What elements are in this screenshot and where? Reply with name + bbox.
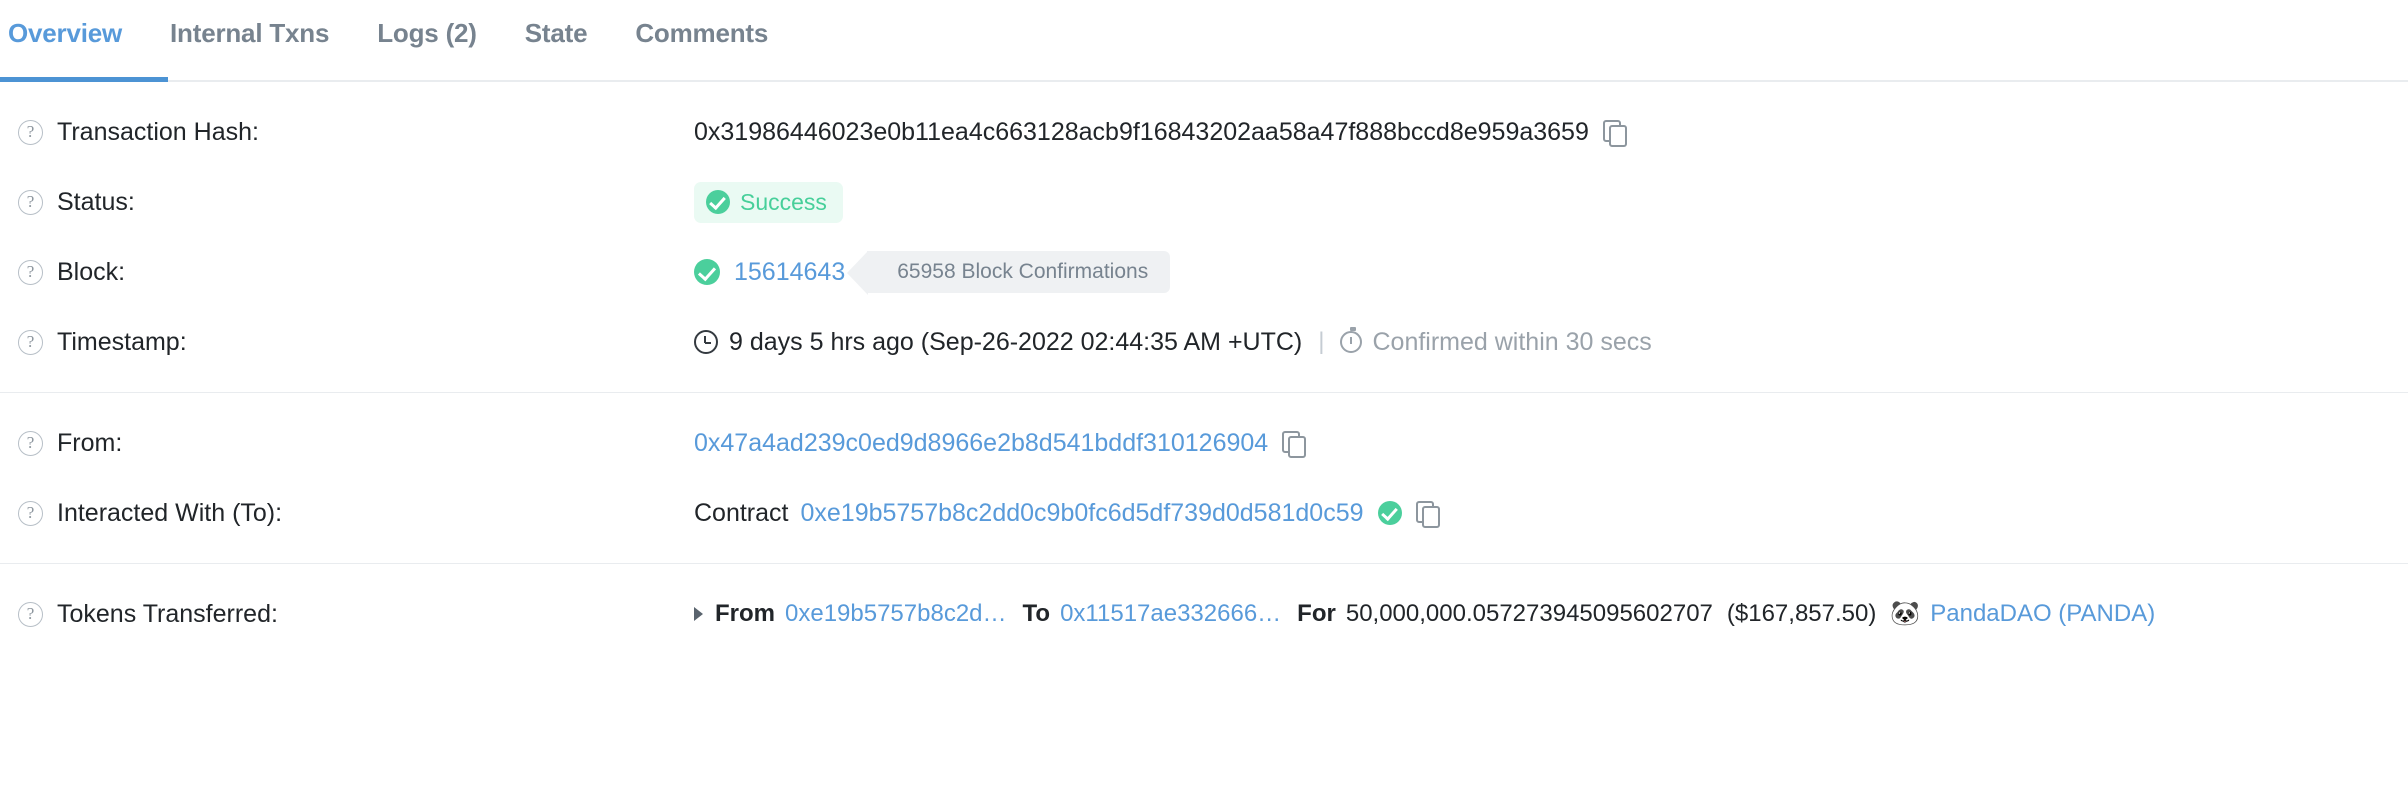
transaction-overview-rows: ? Transaction Hash: 0x31986446023e0b11ea… [0,82,2408,642]
row-tokens-transferred: ? Tokens Transferred: From 0xe19b5757b8c… [0,586,2408,642]
tab-overview[interactable]: Overview [8,0,122,71]
transaction-hash-text: 0x31986446023e0b11ea4c663128acb9f1684320… [694,117,1589,146]
label-text: From: [57,428,123,457]
row-timestamp: ? Timestamp: 9 days 5 hrs ago (Sep-26-20… [0,314,2408,370]
row-interacted-with: ? Interacted With (To): Contract 0xe19b5… [0,485,2408,541]
tab-logs[interactable]: Logs (2) [377,0,477,71]
row-transaction-hash: ? Transaction Hash: 0x31986446023e0b11ea… [0,104,2408,160]
value-interacted-with: Contract 0xe19b5757b8c2dd0c9b0fc6d5df739… [694,498,1440,528]
label-text: Timestamp: [57,327,187,356]
token-usd-value: ($167,857.50) [1726,600,1877,627]
row-block: ? Block: 15614643 65958 Block Confirmati… [0,244,2408,300]
help-icon[interactable]: ? [18,500,43,526]
confirmed-within-text: Confirmed within 30 secs [1372,327,1652,356]
help-icon[interactable]: ? [18,329,43,355]
value-transaction-hash: 0x31986446023e0b11ea4c663128acb9f1684320… [694,117,1627,147]
block-confirmations-badge: 65958 Block Confirmations [847,251,1171,295]
row-status: ? Status: Success [0,174,2408,230]
verified-contract-icon [1377,501,1402,525]
label-timestamp: ? Timestamp: [0,328,694,357]
value-from: 0x47a4ad239c0ed9d8966e2b8d541bddf3101269… [694,429,1307,458]
value-status: Success [694,181,843,223]
status-badge: Success [694,181,843,223]
contract-prefix: Contract [694,498,789,527]
label-tokens-transferred: ? Tokens Transferred: [0,600,694,629]
transaction-tabs: Overview Internal Txns Logs (2) State Co… [0,0,2408,82]
token-amount: 50,000,000.057273945095602707 [1345,600,1713,627]
help-icon[interactable]: ? [18,119,43,145]
label-text: Status: [57,187,135,216]
check-icon [706,190,730,214]
token-to-address-link[interactable]: 0x11517ae332666… [1060,600,1281,628]
label-block: ? Block: [0,258,694,287]
help-icon[interactable]: ? [18,430,43,456]
label-status: ? Status: [0,188,694,217]
timestamp-text: 9 days 5 hrs ago (Sep-26-2022 02:44:35 A… [729,327,1303,356]
panda-token-icon: 🐼 [1890,600,1921,627]
tab-internal-txns[interactable]: Internal Txns [170,0,329,71]
contract-address-link[interactable]: 0xe19b5757b8c2dd0c9b0fc6d5df739d0d581d0c… [800,499,1363,528]
triangle-right-icon[interactable] [694,607,703,621]
label-from: ? From: [0,429,694,458]
tab-comments[interactable]: Comments [635,0,768,71]
block-number-link[interactable]: 15614643 [734,258,845,287]
value-tokens-transferred: From 0xe19b5757b8c2d… To 0x11517ae332666… [694,600,2155,628]
value-timestamp: 9 days 5 hrs ago (Sep-26-2022 02:44:35 A… [694,327,1652,357]
check-icon [694,259,720,285]
separator: | [1318,328,1325,355]
label-transaction-hash: ? Transaction Hash: [0,118,694,147]
from-word: From [715,600,775,627]
to-word: To [1022,600,1051,627]
help-icon[interactable]: ? [18,259,43,285]
value-block: 15614643 65958 Block Confirmations [694,251,1171,295]
copy-icon[interactable] [1602,119,1627,147]
label-interacted-with: ? Interacted With (To): [0,499,694,528]
label-text: Transaction Hash: [57,117,259,146]
tab-state[interactable]: State [525,0,588,71]
clock-icon [694,330,718,354]
from-address-link[interactable]: 0x47a4ad239c0ed9d8966e2b8d541bddf3101269… [694,429,1268,458]
copy-icon[interactable] [1282,430,1307,458]
active-tab-underline [0,77,168,82]
label-text: Tokens Transferred: [57,599,278,628]
token-from-address-link[interactable]: 0xe19b5757b8c2d… [785,600,1007,628]
copy-icon[interactable] [1415,500,1440,528]
label-text: Interacted With (To): [57,498,283,527]
token-name-link[interactable]: PandaDAO (PANDA) [1930,600,2155,628]
label-text: Block: [57,257,126,286]
help-icon[interactable]: ? [18,601,43,627]
for-word: For [1297,600,1336,627]
help-icon[interactable]: ? [18,189,43,215]
row-from: ? From: 0x47a4ad239c0ed9d8966e2b8d541bdd… [0,415,2408,471]
stopwatch-icon [1340,327,1363,353]
status-text: Success [740,188,827,215]
token-transfer-entry: From 0xe19b5757b8c2d… To 0x11517ae332666… [694,600,2155,628]
